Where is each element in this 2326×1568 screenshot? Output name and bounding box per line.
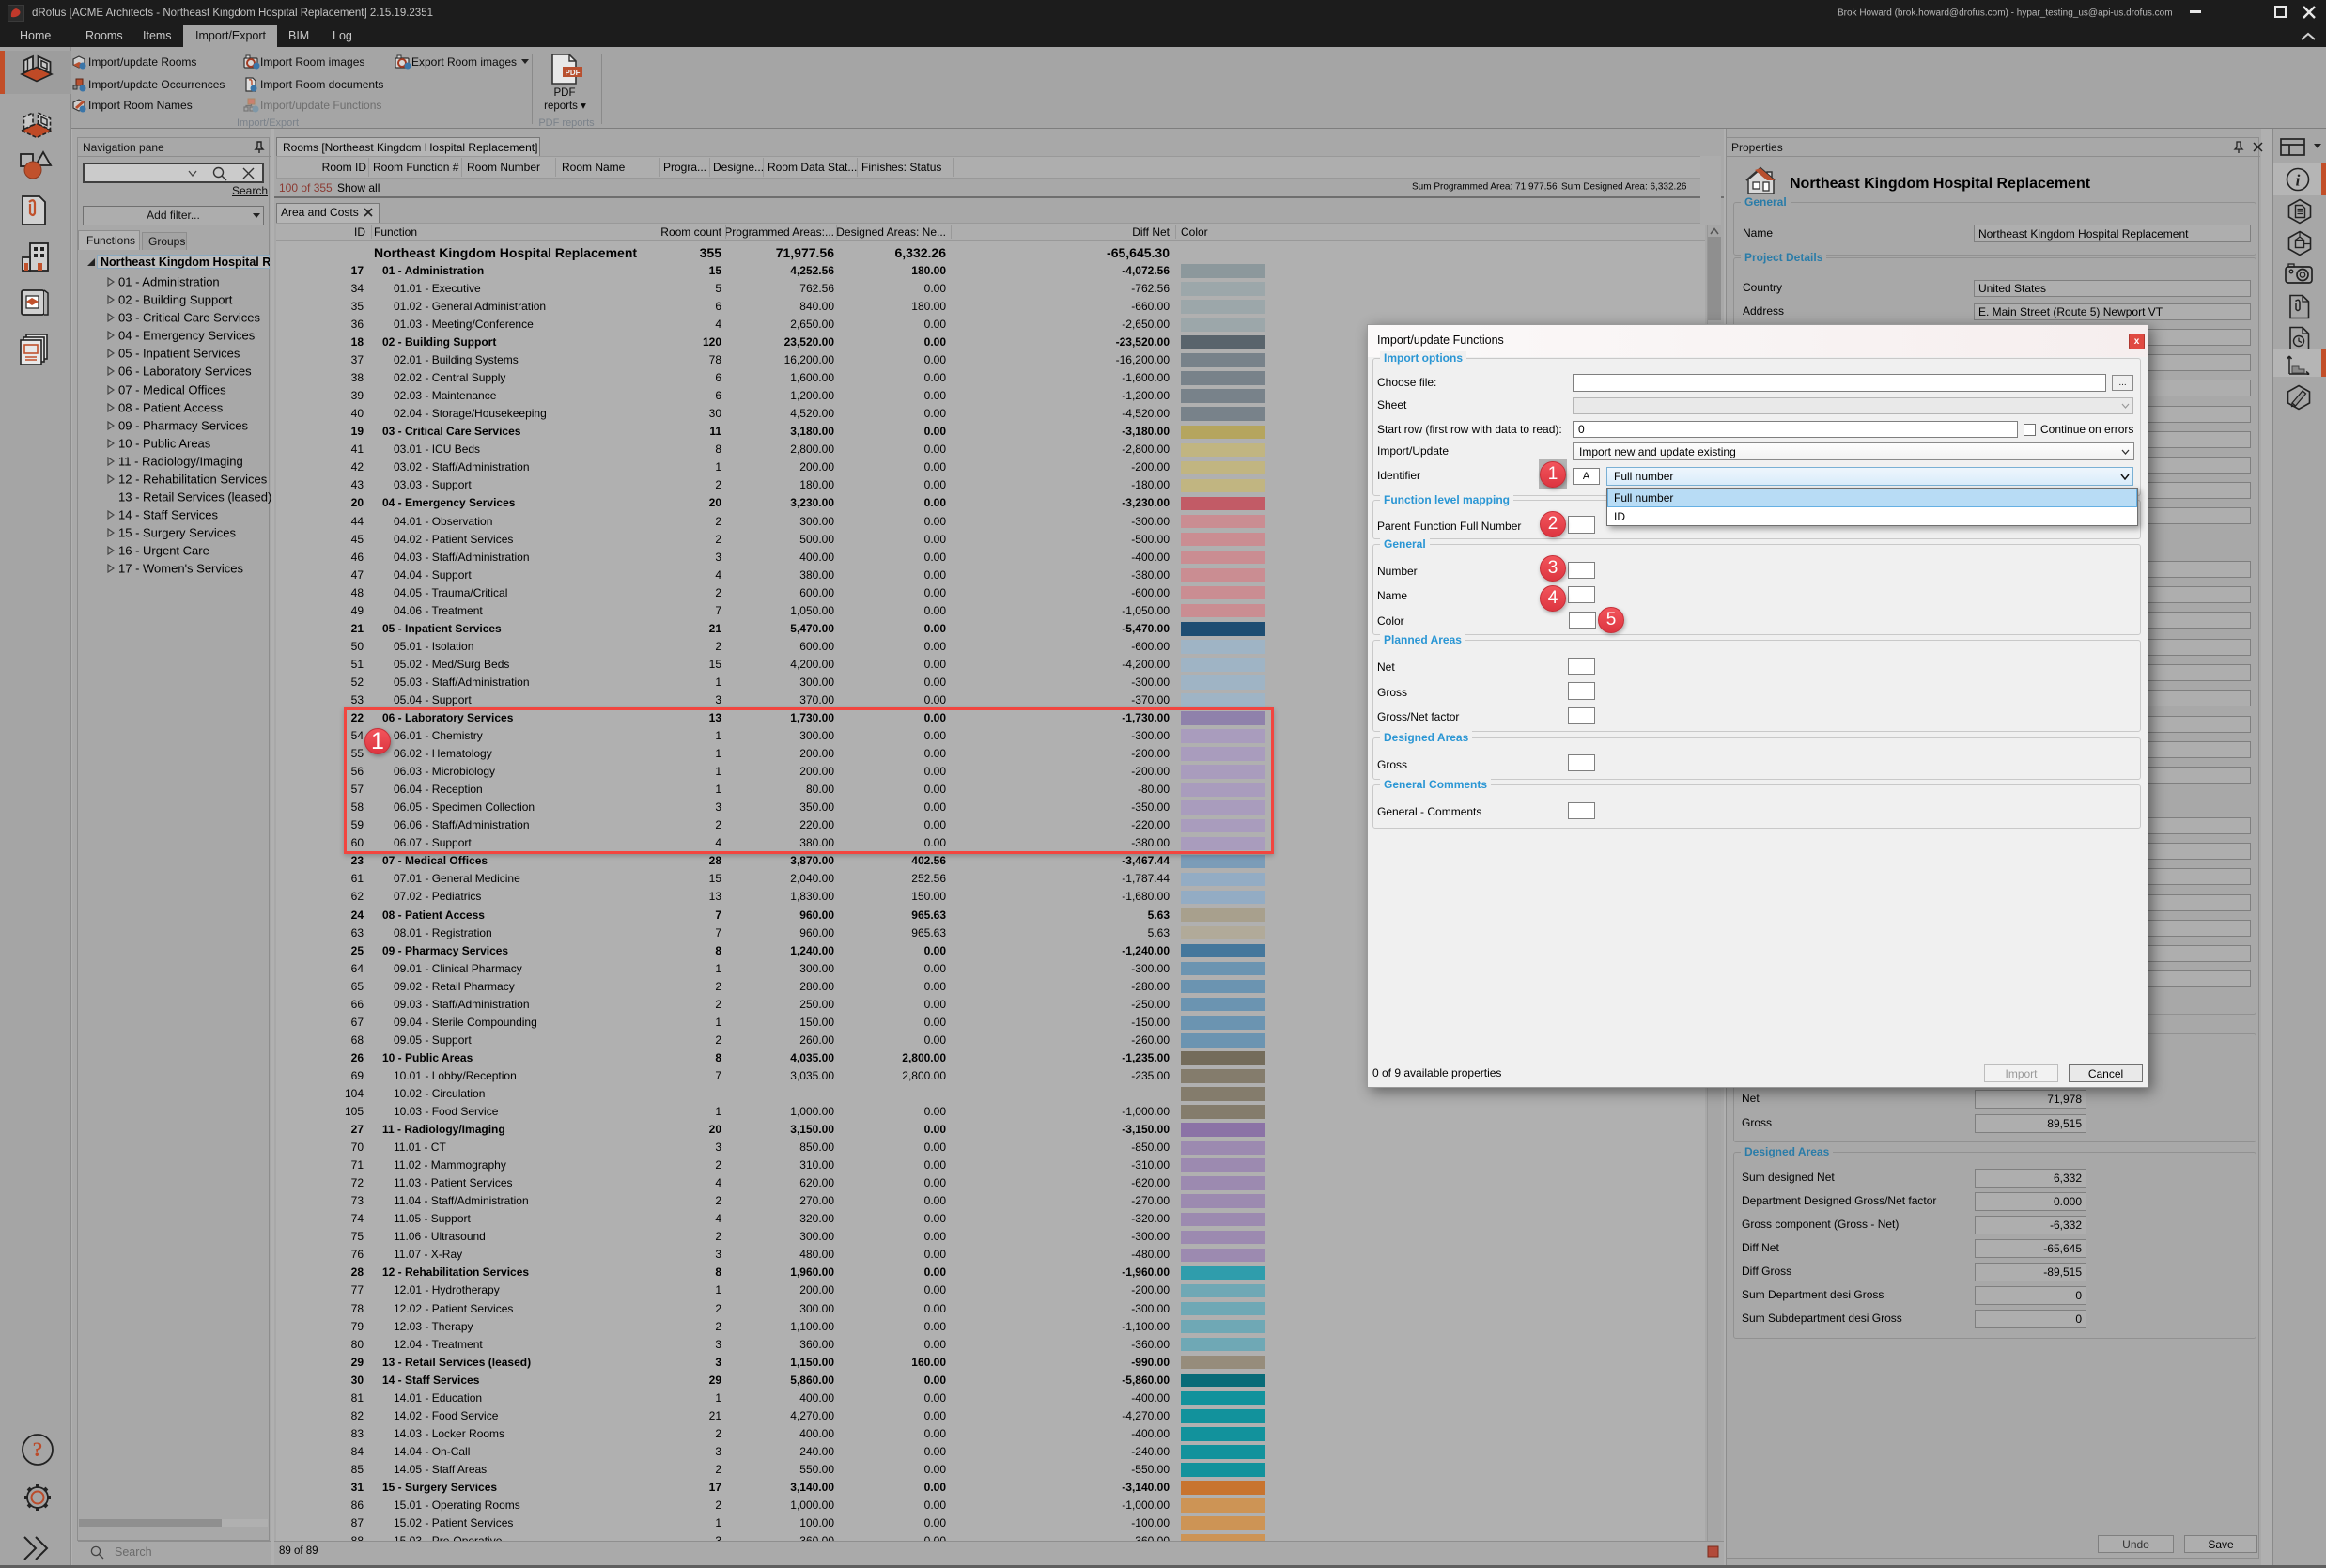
svg-text:?: ? <box>33 1437 43 1461</box>
svg-text:PDF: PDF <box>566 69 581 77</box>
svg-text:i: i <box>2296 172 2301 190</box>
